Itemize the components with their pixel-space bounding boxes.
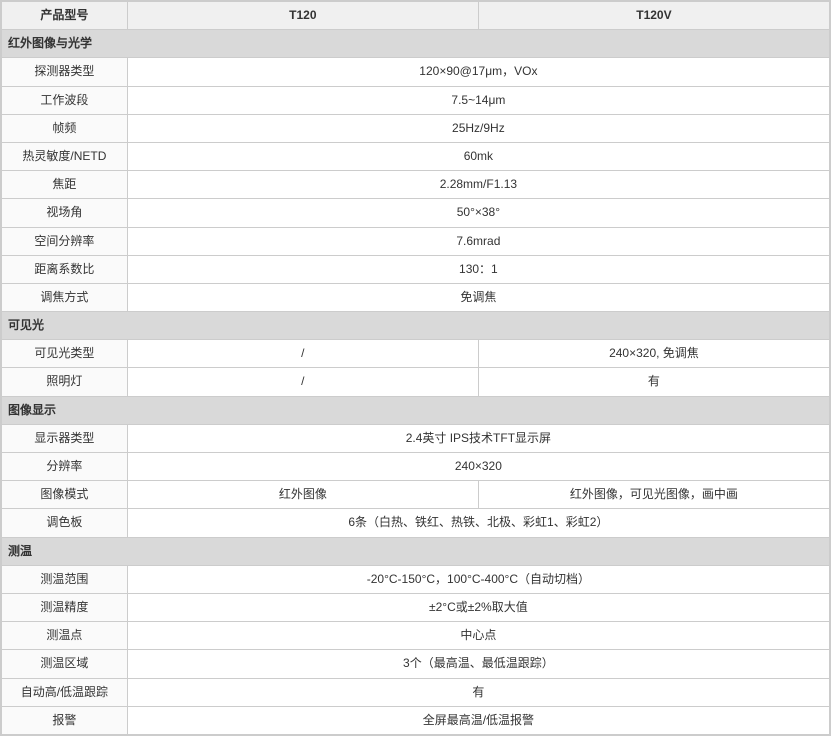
table-row: 探测器类型120×90@17μm，VOx [2, 58, 830, 86]
table-row: 显示器类型2.4英寸 IPS技术TFT显示屏 [2, 424, 830, 452]
row-label-3-0: 测温范围 [2, 565, 128, 593]
row-label-1-0: 可见光类型 [2, 340, 128, 368]
section-header-1: 可见光 [2, 312, 830, 340]
row-value-merged-0-6: 7.6mrad [127, 227, 829, 255]
row-value-merged-0-4: 2.28mm/F1.13 [127, 171, 829, 199]
row-label-3-4: 自动高/低温跟踪 [2, 678, 128, 706]
table-row: 分辨率240×320 [2, 453, 830, 481]
row-label-0-2: 帧频 [2, 114, 128, 142]
row-value-merged-3-1: ±2°C或±2%取大值 [127, 593, 829, 621]
table-row: 调色板6条（白热、铁红、热铁、北极、彩虹1、彩虹2） [2, 509, 830, 537]
row-label-0-7: 距离系数比 [2, 255, 128, 283]
row-value-merged-0-2: 25Hz/9Hz [127, 114, 829, 142]
row-label-2-2: 图像模式 [2, 481, 128, 509]
row-value-merged-2-0: 2.4英寸 IPS技术TFT显示屏 [127, 424, 829, 452]
row-value-merged-3-4: 有 [127, 678, 829, 706]
section-title-2: 图像显示 [2, 396, 830, 424]
table-row: 空间分辨率7.6mrad [2, 227, 830, 255]
table-row: 测温区域3个（最高温、最低温跟踪） [2, 650, 830, 678]
section-header-3: 测温 [2, 537, 830, 565]
table-row: 自动高/低温跟踪有 [2, 678, 830, 706]
row-t120v-1-1: 有 [478, 368, 829, 396]
col-header-model: 产品型号 [2, 2, 128, 30]
table-row: 距离系数比130：1 [2, 255, 830, 283]
row-t120v-1-0: 240×320, 免调焦 [478, 340, 829, 368]
row-label-0-4: 焦距 [2, 171, 128, 199]
row-value-merged-0-1: 7.5~14μm [127, 86, 829, 114]
row-t120-1-1: / [127, 368, 478, 396]
col-header-t120: T120 [127, 2, 478, 30]
row-value-merged-3-5: 全屏最高温/低温报警 [127, 706, 829, 734]
row-label-2-0: 显示器类型 [2, 424, 128, 452]
row-value-merged-3-3: 3个（最高温、最低温跟踪） [127, 650, 829, 678]
row-value-merged-2-3: 6条（白热、铁红、热铁、北极、彩虹1、彩虹2） [127, 509, 829, 537]
row-label-1-1: 照明灯 [2, 368, 128, 396]
row-t120v-2-2: 红外图像，可见光图像，画中画 [478, 481, 829, 509]
table-row: 工作波段7.5~14μm [2, 86, 830, 114]
col-header-t120v: T120V [478, 2, 829, 30]
row-t120-2-2: 红外图像 [127, 481, 478, 509]
row-value-merged-0-8: 免调焦 [127, 283, 829, 311]
row-label-3-3: 测温区域 [2, 650, 128, 678]
table-row: 可见光类型/240×320, 免调焦 [2, 340, 830, 368]
table-row: 热灵敏度/NETD60mk [2, 142, 830, 170]
table-row: 测温范围-20°C-150°C，100°C-400°C（自动切档） [2, 565, 830, 593]
row-value-merged-0-3: 60mk [127, 142, 829, 170]
section-title-3: 测温 [2, 537, 830, 565]
row-label-2-1: 分辨率 [2, 453, 128, 481]
row-label-0-6: 空间分辨率 [2, 227, 128, 255]
table-row: 焦距2.28mm/F1.13 [2, 171, 830, 199]
spec-table: 产品型号 T120 T120V 红外图像与光学探测器类型120×90@17μm，… [0, 0, 831, 736]
table-row: 测温点中心点 [2, 622, 830, 650]
table-row: 报警全屏最高温/低温报警 [2, 706, 830, 734]
table-row: 调焦方式免调焦 [2, 283, 830, 311]
section-header-2: 图像显示 [2, 396, 830, 424]
table-row: 照明灯/有 [2, 368, 830, 396]
row-t120-1-0: / [127, 340, 478, 368]
table-row: 测温精度±2°C或±2%取大值 [2, 593, 830, 621]
row-value-merged-2-1: 240×320 [127, 453, 829, 481]
row-value-merged-0-0: 120×90@17μm，VOx [127, 58, 829, 86]
table-row: 图像模式红外图像红外图像，可见光图像，画中画 [2, 481, 830, 509]
row-value-merged-0-5: 50°×38° [127, 199, 829, 227]
row-label-0-3: 热灵敏度/NETD [2, 142, 128, 170]
row-value-merged-3-2: 中心点 [127, 622, 829, 650]
row-label-0-5: 视场角 [2, 199, 128, 227]
row-label-3-1: 测温精度 [2, 593, 128, 621]
row-label-0-8: 调焦方式 [2, 283, 128, 311]
row-label-3-5: 报警 [2, 706, 128, 734]
section-header-0: 红外图像与光学 [2, 30, 830, 58]
table-row: 帧频25Hz/9Hz [2, 114, 830, 142]
row-label-0-0: 探测器类型 [2, 58, 128, 86]
row-label-3-2: 测温点 [2, 622, 128, 650]
section-title-1: 可见光 [2, 312, 830, 340]
table-header: 产品型号 T120 T120V [2, 2, 830, 30]
section-title-0: 红外图像与光学 [2, 30, 830, 58]
row-value-merged-3-0: -20°C-150°C，100°C-400°C（自动切档） [127, 565, 829, 593]
table-row: 视场角50°×38° [2, 199, 830, 227]
row-value-merged-0-7: 130：1 [127, 255, 829, 283]
row-label-2-3: 调色板 [2, 509, 128, 537]
row-label-0-1: 工作波段 [2, 86, 128, 114]
